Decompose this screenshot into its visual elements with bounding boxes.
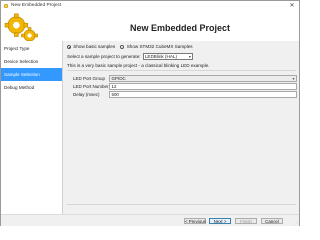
led-port-group-select[interactable]: GPIOC ▾ [109, 75, 297, 82]
title-bar: New Embedded Project ✕ [1, 1, 299, 11]
basic-samples-label[interactable]: Show basic samples [73, 44, 115, 49]
delay-field[interactable]: 500 [109, 91, 297, 98]
cubemx-samples-radio[interactable] [120, 44, 125, 49]
sidebar-item-label: Sample Selection [4, 72, 40, 77]
led-port-number-value: 12 [111, 84, 117, 89]
led-port-number-label: LED Port Number [73, 84, 109, 89]
delay-value: 500 [111, 92, 119, 97]
led-port-group-value: GPIOC [111, 76, 126, 81]
cancel-button[interactable]: Cancel [261, 217, 283, 224]
divider [67, 204, 296, 205]
sidebar-item-device-selection[interactable]: Device Selection [1, 55, 62, 68]
sidebar-item-project-type[interactable]: Project Type [1, 42, 62, 55]
sample-description: This is a very basic sample project - a … [67, 63, 210, 68]
led-port-number-field[interactable]: 12 [109, 83, 297, 90]
led-port-group-label: LED Port Group [73, 76, 106, 81]
sample-select-label: Select a sample project to generate: [67, 54, 141, 59]
sidebar-item-sample-selection[interactable]: Sample Selection [1, 68, 62, 81]
next-button[interactable]: Next > [209, 217, 231, 224]
previous-button[interactable]: < Previous [184, 217, 206, 224]
basic-samples-radio[interactable] [67, 44, 71, 49]
sample-select-row: Select a sample project to generate: LED… [67, 53, 193, 60]
close-icon[interactable]: ✕ [287, 2, 297, 10]
sidebar-item-label: Debug Method [4, 85, 35, 90]
wizard-sidebar: Project Type Device Selection Sample Sel… [1, 41, 63, 214]
wizard-header: New Embedded Project [1, 11, 299, 44]
cubemx-samples-label[interactable]: Show STM32 CubeMX Samples [127, 44, 193, 49]
sidebar-item-label: Device Selection [4, 59, 39, 64]
chevron-down-icon: ▾ [188, 54, 191, 59]
wizard-footer: < Previous Next > Finish Cancel ⋰ [1, 214, 299, 226]
wizard-window: New Embedded Project ✕ New Embedded Proj… [0, 0, 300, 226]
sample-project-dropdown[interactable]: LEDBlink (HAL) ▾ [142, 53, 193, 60]
resize-grip-icon[interactable]: ⋰ [294, 221, 298, 226]
sidebar-item-label: Project Type [4, 46, 30, 51]
sample-selection-panel: Show basic samples Show STM32 CubeMX Sam… [64, 41, 299, 209]
delay-label: Delay (msec) [73, 92, 100, 97]
chevron-down-icon: ▾ [292, 76, 295, 81]
sample-project-value: LEDBlink (HAL) [144, 54, 177, 59]
gear-icon [3, 3, 9, 9]
sample-source-radio-group: Show basic samples Show STM32 CubeMX Sam… [67, 44, 197, 50]
gears-icon [4, 13, 38, 44]
sidebar-item-debug-method[interactable]: Debug Method [1, 81, 62, 94]
window-title: New Embedded Project [11, 3, 62, 8]
finish-button: Finish [235, 217, 257, 224]
divider [67, 70, 296, 71]
page-title: New Embedded Project [129, 23, 231, 33]
